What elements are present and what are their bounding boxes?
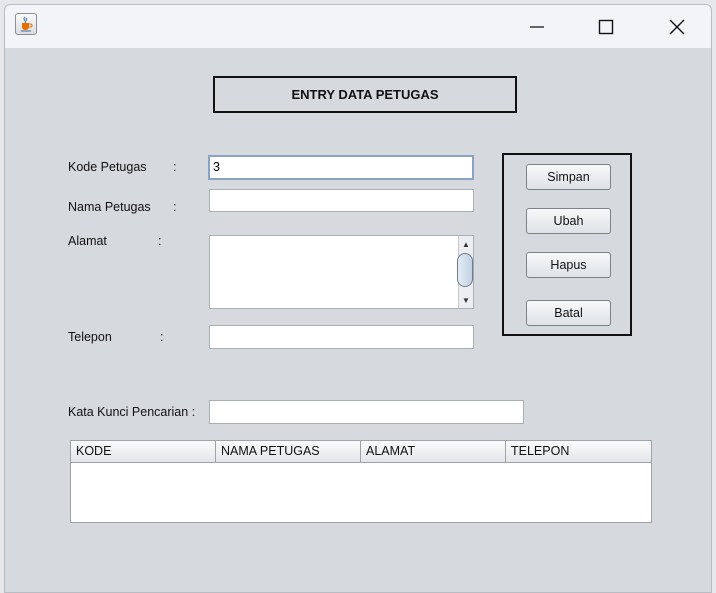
telepon-colon: : bbox=[160, 330, 164, 344]
title-bar[interactable] bbox=[5, 5, 711, 48]
column-header-alamat[interactable]: ALAMAT bbox=[361, 441, 506, 462]
column-header-nama[interactable]: NAMA PETUGAS bbox=[216, 441, 361, 462]
batal-button[interactable]: Batal bbox=[526, 300, 611, 326]
alamat-label: Alamat bbox=[68, 234, 107, 248]
button-panel: Simpan Ubah Hapus Batal bbox=[502, 153, 632, 336]
alamat-scrollbar[interactable]: ▲ ▼ bbox=[457, 236, 473, 308]
column-header-kode[interactable]: KODE bbox=[71, 441, 216, 462]
java-cup-icon bbox=[15, 13, 37, 35]
petugas-table[interactable]: KODE NAMA PETUGAS ALAMAT TELEPON bbox=[70, 440, 652, 523]
column-header-telepon[interactable]: TELEPON bbox=[506, 441, 651, 462]
scroll-thumb[interactable] bbox=[457, 253, 473, 287]
search-input[interactable] bbox=[209, 400, 524, 424]
minimize-button[interactable] bbox=[514, 5, 560, 48]
ubah-button[interactable]: Ubah bbox=[526, 208, 611, 234]
nama-colon: : bbox=[173, 200, 177, 214]
kode-colon: : bbox=[173, 160, 177, 174]
search-label: Kata Kunci Pencarian : bbox=[68, 405, 196, 419]
alamat-textarea[interactable]: ▲ ▼ bbox=[209, 235, 474, 309]
close-button[interactable] bbox=[654, 5, 700, 48]
nama-petugas-field[interactable] bbox=[209, 189, 474, 212]
kode-petugas-label: Kode Petugas bbox=[68, 160, 147, 174]
hapus-button[interactable]: Hapus bbox=[526, 252, 611, 278]
form-title: ENTRY DATA PETUGAS bbox=[213, 76, 517, 113]
simpan-button[interactable]: Simpan bbox=[526, 164, 611, 190]
table-header: KODE NAMA PETUGAS ALAMAT TELEPON bbox=[71, 441, 651, 463]
minimize-icon bbox=[530, 25, 544, 28]
table-body[interactable] bbox=[71, 463, 651, 522]
telepon-field[interactable] bbox=[209, 325, 474, 349]
app-window: ENTRY DATA PETUGAS Kode Petugas : 3 Nama… bbox=[4, 4, 712, 593]
telepon-label: Telepon bbox=[68, 330, 112, 344]
maximize-icon bbox=[598, 19, 614, 34]
maximize-button[interactable] bbox=[583, 5, 629, 48]
scroll-down-icon[interactable]: ▼ bbox=[459, 293, 473, 307]
kode-petugas-field[interactable]: 3 bbox=[208, 155, 474, 180]
alamat-colon: : bbox=[158, 234, 162, 248]
nama-petugas-label: Nama Petugas bbox=[68, 200, 151, 214]
close-icon bbox=[669, 19, 685, 34]
scroll-up-icon[interactable]: ▲ bbox=[459, 237, 473, 251]
